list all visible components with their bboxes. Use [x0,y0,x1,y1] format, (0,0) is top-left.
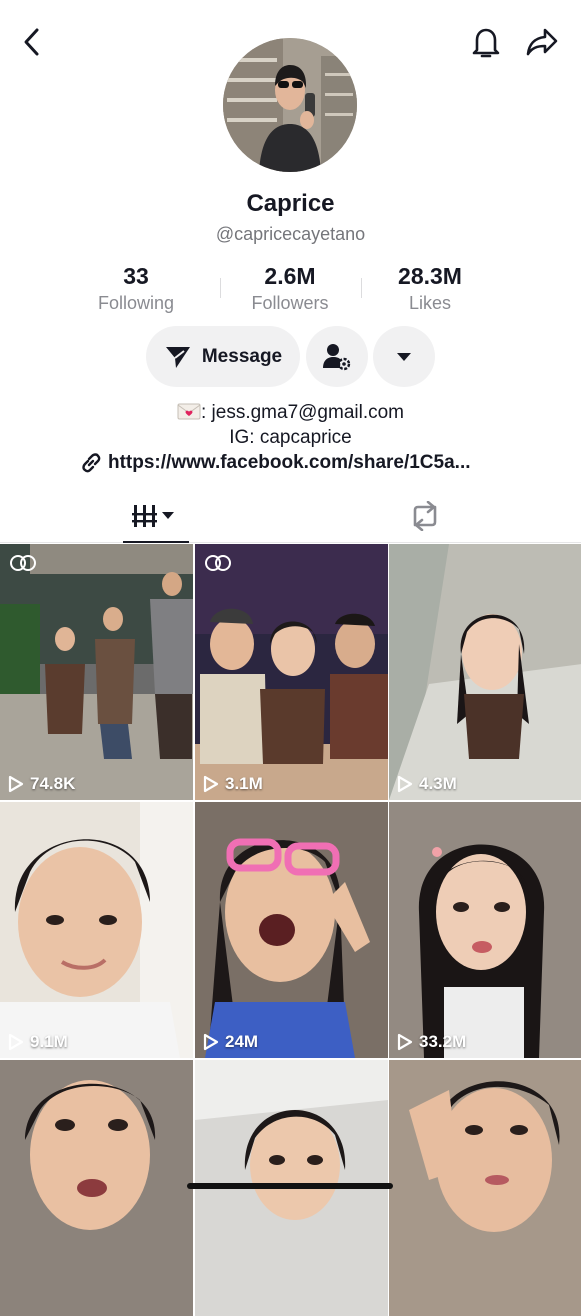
profile-handle: @capricecayetano [215,224,366,244]
video-thumbnail-image [0,544,193,800]
chevron-left-icon [24,28,39,56]
stat-value: 28.3M [398,263,462,289]
bio-email-line: : jess.gma7@gmail.com [0,400,581,425]
repost-icon [413,501,437,531]
view-count: 9.1M [8,1032,68,1052]
bio: : jess.gma7@gmail.com IG: capcaprice [0,400,581,450]
view-count-text: 24M [225,1032,259,1051]
link-icon [82,453,101,473]
collab-icon [205,555,231,571]
profile-stats: 33 Following 2.6M Followers 28.3M Likes [0,262,581,318]
video-thumbnail[interactable] [0,1060,193,1316]
stat-label: Followers [251,293,329,313]
send-plane-icon [165,346,190,368]
avatar-photo [223,38,357,172]
play-icon [397,775,413,793]
view-count-text: 9.1M [30,1032,68,1051]
video-thumbnail[interactable]: 9.1M [0,802,193,1058]
video-thumbnail-image [389,1060,581,1316]
notifications-button[interactable] [466,22,506,62]
caret-down-icon [397,352,411,361]
stat-value: 33 [123,263,149,289]
video-thumbnail[interactable]: 74.8K [0,544,193,800]
active-tab-indicator [123,541,189,543]
bell-icon [472,28,500,58]
love-letter-icon [177,403,201,420]
play-icon [8,1033,24,1051]
message-button[interactable]: Message [146,326,300,387]
video-thumbnail[interactable] [389,1060,581,1316]
video-thumbnail[interactable]: 3.1M [195,544,388,800]
person-gear-icon [323,343,351,370]
video-thumbnail-image [195,802,388,1058]
avatar[interactable] [223,38,357,172]
bio-email: : jess.gma7@gmail.com [200,402,405,423]
view-count: 74.8K [8,774,75,794]
view-count: 4.3M [397,774,457,794]
view-count: 3.1M [203,774,263,794]
bio-link[interactable]: https://www.facebook.com/share/1C5a... [80,450,520,476]
tab-reposts[interactable] [400,490,450,542]
view-count-text: 4.3M [419,774,457,793]
video-thumbnail-image [0,802,193,1058]
collab-icon [10,555,36,571]
profile-name: Caprice [246,190,335,217]
view-count: 24M [203,1032,258,1052]
stat-value: 2.6M [264,263,316,289]
video-thumbnail[interactable]: 33.2M [389,802,581,1058]
message-label: Message [201,345,283,367]
grid-icon [132,505,174,527]
bio-ig: IG: capcaprice [229,427,352,448]
add-friend-button[interactable] [306,326,368,387]
stat-likes[interactable]: 28.3M Likes [360,262,500,314]
play-icon [203,775,219,793]
collab-badge [203,554,233,577]
video-thumbnail[interactable]: 24M [195,802,388,1058]
stat-following[interactable]: 33 Following [66,262,206,314]
more-options-button[interactable] [373,326,435,387]
collab-badge [8,554,38,577]
action-buttons: Message [0,326,581,388]
play-icon [397,1033,413,1051]
view-count: 33.2M [397,1032,466,1052]
view-count-text: 33.2M [419,1032,467,1051]
video-thumbnail-image [389,802,581,1058]
tab-videos[interactable] [123,490,189,542]
video-thumbnail[interactable]: 4.3M [389,544,581,800]
stat-followers[interactable]: 2.6M Followers [220,262,360,314]
play-icon [203,1033,219,1051]
share-button[interactable] [522,22,562,62]
share-arrow-icon [526,28,558,56]
video-grid: 74.8K 3.1M 4.3M 9.1M 24M 33.2M [0,544,581,1316]
content-tabs [0,490,581,543]
stat-label: Following [97,293,175,313]
bio-link-text: https://www.facebook.com/share/1C5a... [108,452,471,473]
home-indicator [187,1183,393,1189]
back-button[interactable] [14,22,50,62]
view-count-text: 74.8K [30,774,76,793]
video-thumbnail-image [0,1060,193,1316]
video-thumbnail-image [195,544,388,800]
play-icon [8,775,24,793]
stat-label: Likes [408,293,452,313]
view-count-text: 3.1M [225,774,263,793]
video-thumbnail-image [389,544,581,800]
